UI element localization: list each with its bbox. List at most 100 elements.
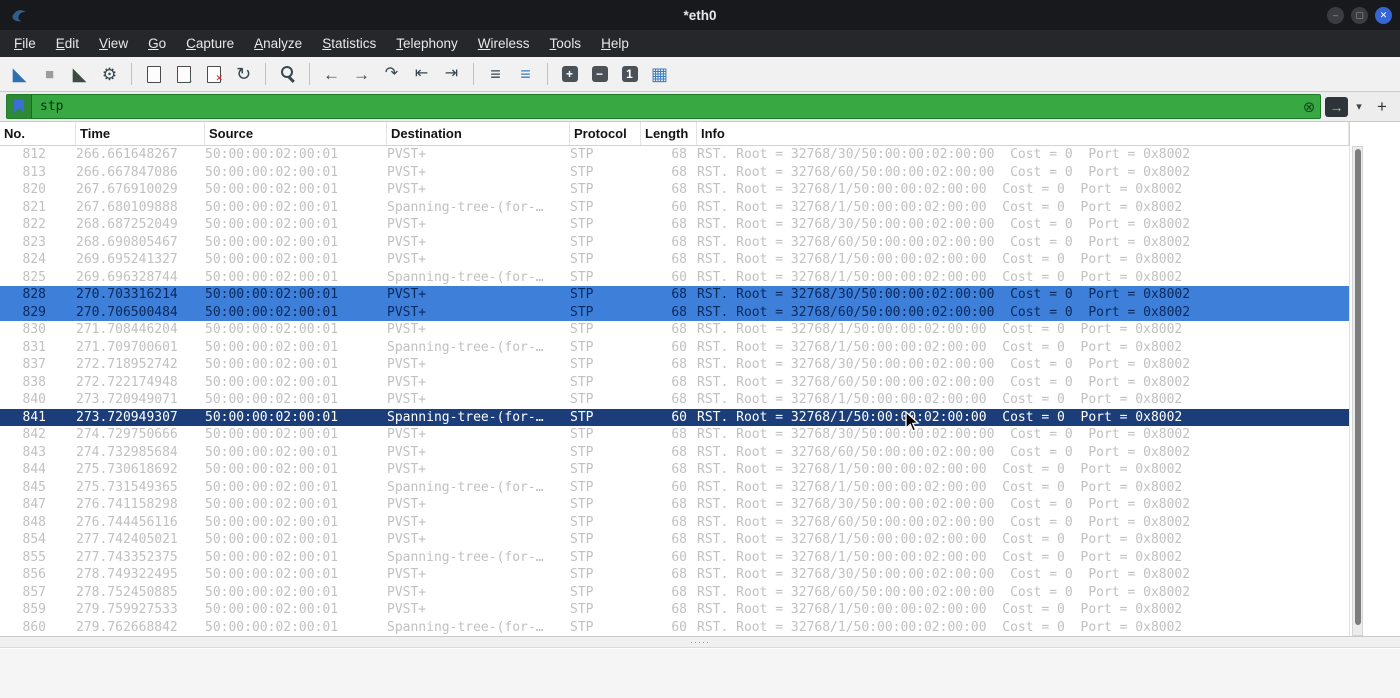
packet-row-841[interactable]: 841 273.720949307 50:00:00:02:00:01 Spannin… <box>0 408 1349 426</box>
close-button[interactable]: ✕ <box>1375 6 1392 24</box>
next-packet-icon[interactable] <box>438 61 465 87</box>
filter-bookmark-icon[interactable] <box>7 95 32 118</box>
packet-row-821[interactable]: 821 267.680109888 50:00:00:02:00:01 Spannin… <box>0 199 1349 217</box>
column-header-info[interactable]: Info <box>697 122 1349 145</box>
go-forward-icon[interactable] <box>348 61 375 87</box>
filter-value[interactable]: stp <box>32 99 1298 114</box>
cell-src: 50:00:00:02:00:01 <box>205 357 339 372</box>
packet-row-855[interactable]: 855 277.743352375 50:00:00:02:00:01 Spannin… <box>0 549 1349 567</box>
column-header-no[interactable]: No. <box>0 122 76 145</box>
packet-row-812[interactable]: 812 266.661648267 50:00:00:02:00:01 PVST+ ST… <box>0 146 1349 164</box>
packet-row-813[interactable]: 813 266.667847086 50:00:00:02:00:01 PVST+ ST… <box>0 164 1349 182</box>
cell-src: 50:00:00:02:00:01 <box>205 339 339 355</box>
menu-tools[interactable]: Tools <box>540 30 592 57</box>
resize-columns-icon[interactable] <box>646 61 673 87</box>
vertical-scrollbar[interactable] <box>1352 146 1363 636</box>
cell-time: 270.706500484 <box>76 304 178 320</box>
cell-info: RST. Root = 32768/30/50:00:00:02:00:00 C… <box>697 357 1191 372</box>
find-packet-icon[interactable] <box>274 61 301 87</box>
stop-capture-icon[interactable] <box>36 61 63 87</box>
capture-options-icon[interactable] <box>96 61 123 87</box>
packet-row-845[interactable]: 845 275.731549365 50:00:00:02:00:01 Spannin… <box>0 479 1349 497</box>
menu-edit[interactable]: Edit <box>46 30 89 57</box>
packet-row-843[interactable]: 843 274.732985684 50:00:00:02:00:01 PVST+ ST… <box>0 444 1349 462</box>
go-to-packet-icon[interactable] <box>378 61 405 87</box>
packet-row-847[interactable]: 847 276.741158298 50:00:00:02:00:01 PVST+ ST… <box>0 496 1349 514</box>
auto-scroll-icon[interactable] <box>482 61 509 87</box>
packet-row-848[interactable]: 848 276.744456116 50:00:00:02:00:01 PVST+ ST… <box>0 514 1349 532</box>
menu-wireless[interactable]: Wireless <box>468 30 540 57</box>
packet-row-828[interactable]: 828 270.703316214 50:00:00:02:00:01 PVST+ ST… <box>0 286 1349 304</box>
packet-row-822[interactable]: 822 268.687252049 50:00:00:02:00:01 PVST+ ST… <box>0 216 1349 234</box>
cell-dst: PVST+ <box>387 427 427 442</box>
cell-dst: PVST+ <box>387 322 427 337</box>
cell-no: 857 <box>22 584 46 600</box>
packet-row-856[interactable]: 856 278.749322495 50:00:00:02:00:01 PVST+ ST… <box>0 566 1349 584</box>
cell-src: 50:00:00:02:00:01 <box>205 182 339 197</box>
go-back-icon[interactable] <box>318 61 345 87</box>
reload-icon[interactable] <box>230 61 257 87</box>
pane-splitter[interactable]: ····· <box>0 636 1400 648</box>
open-file-icon[interactable] <box>140 61 167 87</box>
column-header-destination[interactable]: Destination <box>387 122 570 145</box>
menu-help[interactable]: Help <box>591 30 639 57</box>
packet-row-830[interactable]: 830 271.708446204 50:00:00:02:00:01 PVST+ ST… <box>0 321 1349 339</box>
zoom-original-icon[interactable] <box>616 61 643 87</box>
packet-row-825[interactable]: 825 269.696328744 50:00:00:02:00:01 Spannin… <box>0 269 1349 287</box>
close-file-icon[interactable] <box>200 61 227 87</box>
column-header-time[interactable]: Time <box>76 122 205 145</box>
scrollbar-handle[interactable] <box>1354 149 1361 625</box>
cell-info: RST. Root = 32768/60/50:00:00:02:00:00 C… <box>697 234 1191 250</box>
column-header-protocol[interactable]: Protocol <box>570 122 641 145</box>
menu-telephony[interactable]: Telephony <box>386 30 468 57</box>
menu-analyze[interactable]: Analyze <box>244 30 312 57</box>
cell-len: 68 <box>671 514 687 530</box>
menu-go[interactable]: Go <box>138 30 176 57</box>
packet-row-857[interactable]: 857 278.752450885 50:00:00:02:00:01 PVST+ ST… <box>0 584 1349 602</box>
cell-len: 68 <box>671 567 687 582</box>
cell-info: RST. Root = 32768/60/50:00:00:02:00:00 C… <box>697 584 1191 600</box>
packet-row-859[interactable]: 859 279.759927533 50:00:00:02:00:01 PVST+ ST… <box>0 601 1349 619</box>
packet-row-823[interactable]: 823 268.690805467 50:00:00:02:00:01 PVST+ ST… <box>0 234 1349 252</box>
zoom-out-icon[interactable] <box>586 61 613 87</box>
cell-info: RST. Root = 32768/1/50:00:00:02:00:00 Co… <box>697 392 1183 407</box>
packet-row-838[interactable]: 838 272.722174948 50:00:00:02:00:01 PVST+ ST… <box>0 374 1349 392</box>
packet-row-829[interactable]: 829 270.706500484 50:00:00:02:00:01 PVST+ ST… <box>0 303 1349 321</box>
cell-info: RST. Root = 32768/1/50:00:00:02:00:00 Co… <box>697 619 1183 635</box>
previous-packet-icon[interactable] <box>408 61 435 87</box>
cell-time: 279.759927533 <box>76 602 178 617</box>
packet-row-854[interactable]: 854 277.742405021 50:00:00:02:00:01 PVST+ ST… <box>0 531 1349 549</box>
packet-row-820[interactable]: 820 267.676910029 50:00:00:02:00:01 PVST+ ST… <box>0 181 1349 199</box>
menu-statistics[interactable]: Statistics <box>312 30 386 57</box>
cell-src: 50:00:00:02:00:01 <box>205 532 339 547</box>
cell-time: 271.708446204 <box>76 322 178 337</box>
cell-dst: PVST+ <box>387 357 427 372</box>
cell-info: RST. Root = 32768/60/50:00:00:02:00:00 C… <box>697 444 1191 460</box>
column-header-source[interactable]: Source <box>205 122 387 145</box>
packet-row-844[interactable]: 844 275.730618692 50:00:00:02:00:01 PVST+ ST… <box>0 461 1349 479</box>
filter-dropdown-icon[interactable] <box>1352 100 1366 113</box>
packet-row-831[interactable]: 831 271.709700601 50:00:00:02:00:01 Spannin… <box>0 339 1349 357</box>
cell-time: 278.749322495 <box>76 567 178 582</box>
maximize-button[interactable]: ▢ <box>1351 6 1368 24</box>
restart-capture-icon[interactable] <box>66 61 93 87</box>
start-capture-icon[interactable] <box>6 61 33 87</box>
packet-row-842[interactable]: 842 274.729750666 50:00:00:02:00:01 PVST+ ST… <box>0 426 1349 444</box>
menu-capture[interactable]: Capture <box>176 30 244 57</box>
packet-row-824[interactable]: 824 269.695241327 50:00:00:02:00:01 PVST+ ST… <box>0 251 1349 269</box>
filter-clear-icon[interactable] <box>1298 98 1320 116</box>
save-file-icon[interactable] <box>170 61 197 87</box>
display-filter-input[interactable]: stp <box>6 94 1321 119</box>
packet-row-840[interactable]: 840 273.720949071 50:00:00:02:00:01 PVST+ ST… <box>0 391 1349 409</box>
filter-apply-button[interactable] <box>1325 96 1348 117</box>
packet-row-837[interactable]: 837 272.718952742 50:00:00:02:00:01 PVST+ ST… <box>0 356 1349 374</box>
add-display-filter-button[interactable] <box>1370 95 1394 119</box>
colorize-icon[interactable] <box>512 61 539 87</box>
minimize-button[interactable]: – <box>1327 6 1344 24</box>
packet-row-860[interactable]: 860 279.762668842 50:00:00:02:00:01 Spannin… <box>0 619 1349 637</box>
menu-view[interactable]: View <box>89 30 138 57</box>
zoom-in-icon[interactable] <box>556 61 583 87</box>
column-header-length[interactable]: Length <box>641 122 697 145</box>
cell-time: 274.732985684 <box>76 444 178 460</box>
menu-file[interactable]: File <box>4 30 46 57</box>
